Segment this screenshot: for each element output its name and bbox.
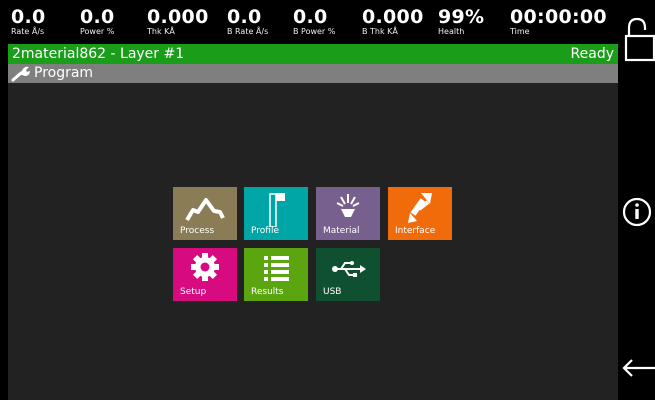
readout-label: Power %: [80, 27, 115, 36]
readout-b-rate: 0.0 B Rate Å/s: [227, 7, 268, 36]
page-title: Program: [34, 65, 94, 81]
material-icon: [336, 194, 360, 217]
readout-value: 0.000: [362, 6, 424, 28]
interface-tile[interactable]: Interface: [388, 187, 452, 240]
readout-value: 0.0: [11, 6, 46, 28]
page-title-bar: Program: [8, 64, 618, 83]
readout-rate: 0.0 Rate Å/s: [11, 7, 46, 36]
readout-b-thickness: 0.000 B Thk KÅ: [362, 7, 424, 36]
setup-icon: [191, 253, 219, 281]
readout-label: B Rate Å/s: [227, 27, 269, 36]
material-tile[interactable]: Material: [316, 187, 380, 240]
usb-icon: [332, 261, 366, 277]
interface-icon: [408, 193, 432, 223]
readout-label: B Thk KÅ: [362, 27, 398, 36]
status-bar: 2material862 - Layer #1 Ready: [8, 44, 618, 64]
tile-label: Process: [180, 226, 215, 236]
readout-bar: 0.0 Rate Å/s 0.0 Power % 0.000 Thk KÅ 0.…: [8, 0, 618, 44]
results-tile[interactable]: Results: [244, 248, 308, 301]
profile-icon: [269, 193, 285, 227]
readout-value: 99%: [438, 6, 485, 28]
run-state: Ready: [570, 46, 614, 62]
readout-value: 0.0: [80, 6, 115, 28]
readout-health: 99% Health: [438, 7, 484, 36]
readout-b-power: 0.0 B Power %: [293, 7, 335, 36]
results-icon: [264, 256, 289, 281]
readout-label: Health: [438, 27, 465, 36]
left-edge: [0, 0, 8, 400]
tile-label: Profile: [251, 226, 279, 236]
tile-label: USB: [323, 287, 342, 297]
readout-label: Rate Å/s: [11, 27, 45, 36]
process-tile[interactable]: Process: [173, 187, 237, 240]
process-icon: [185, 198, 225, 222]
usb-tile[interactable]: USB: [316, 248, 380, 301]
setup-tile[interactable]: Setup: [173, 248, 237, 301]
readout-value: 0.000: [147, 6, 209, 28]
readout-power: 0.0 Power %: [80, 7, 115, 36]
lock-icon[interactable]: [618, 12, 655, 62]
readout-value: 0.0: [293, 6, 328, 28]
readout-label: Thk KÅ: [147, 27, 175, 36]
readout-thickness: 0.000 Thk KÅ: [147, 7, 209, 36]
tile-label: Interface: [395, 226, 436, 236]
profile-tile[interactable]: Profile: [244, 187, 308, 240]
back-arrow-icon[interactable]: [618, 352, 655, 382]
readout-label: B Power %: [293, 27, 336, 36]
readout-value: 00:00:00: [510, 6, 607, 28]
film-layer-name: 2material862 - Layer #1: [12, 46, 185, 62]
main-screen: 0.0 Rate Å/s 0.0 Power % 0.000 Thk KÅ 0.…: [8, 0, 618, 400]
readout-label: Time: [510, 27, 530, 36]
tile-label: Results: [251, 287, 284, 297]
tile-label: Setup: [180, 287, 207, 297]
tile-label: Material: [323, 226, 360, 236]
readout-time: 00:00:00 Time: [510, 7, 607, 36]
right-rail: [618, 0, 655, 400]
wrench-icon: [11, 66, 30, 82]
readout-value: 0.0: [227, 6, 262, 28]
info-icon[interactable]: [618, 195, 655, 229]
